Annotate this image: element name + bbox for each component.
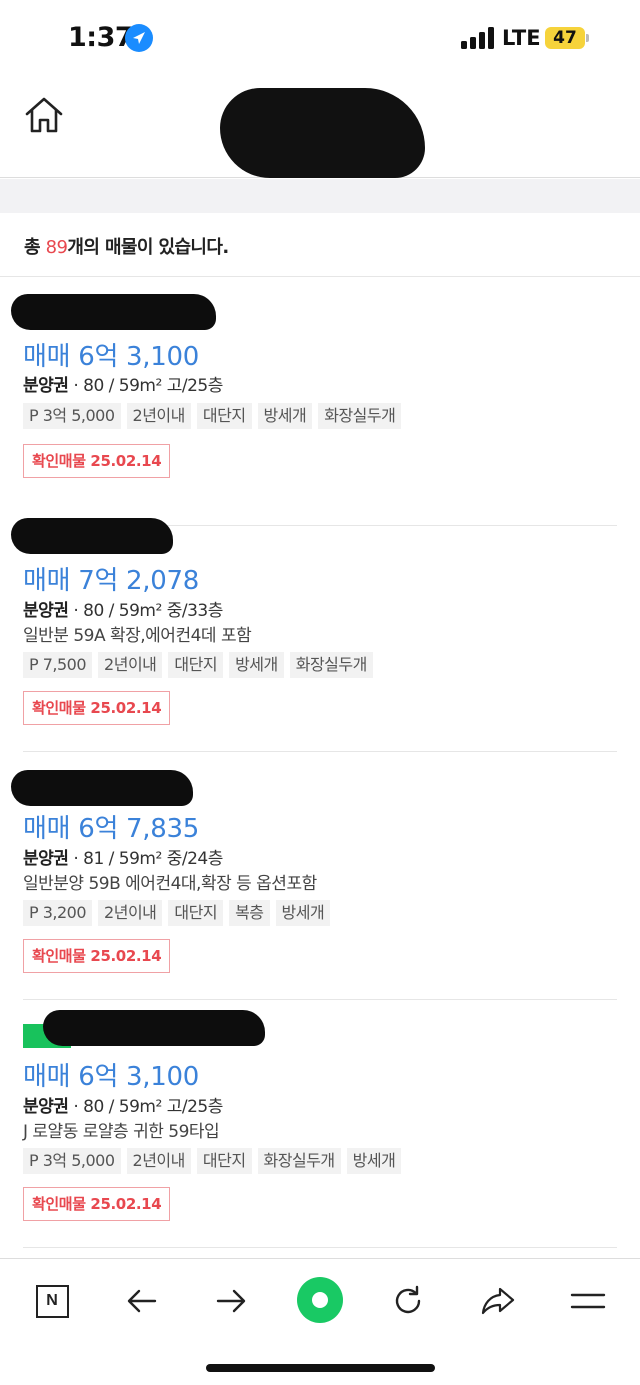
listing-tag: P 7,500 (23, 652, 93, 678)
browser-toolbar: N (0, 1258, 640, 1385)
listing-tag: 방세개 (257, 403, 313, 429)
status-bar: 1:37 LTE 47 (0, 0, 640, 78)
battery-level: 47 (553, 28, 577, 48)
listing-spec: 분양권 · 80 / 59m² 고/25층 (23, 371, 223, 396)
network-type: LTE (502, 26, 541, 50)
listing-summary: 총 89개의 매물이 있습니다. (0, 213, 640, 277)
listing-tag: 대단지 (196, 403, 252, 429)
redacted-complex-name (11, 294, 216, 330)
listing-item[interactable]: 매매 6억 3,100 분양권 · 80 / 59m² 고/25층 J 로얄동 … (23, 1000, 617, 1248)
listing-tag: 2년이내 (126, 403, 191, 429)
listing-tags: P 3,200 2년이내 대단지 복층 방세개 (23, 900, 331, 926)
redacted-complex-name (11, 770, 193, 806)
listing-tag: 2년이내 (126, 1148, 191, 1174)
status-time: 1:37 (68, 22, 134, 53)
menu-icon[interactable] (564, 1279, 612, 1323)
forward-arrow-icon[interactable] (207, 1279, 255, 1323)
listing-count: 89 (45, 237, 68, 258)
listing-description: 일반분 59A 확장,에어컨4데 포함 (23, 626, 252, 646)
listing-spec-detail: · 80 / 59m² 고/25층 (68, 376, 223, 396)
back-arrow-icon[interactable] (118, 1279, 166, 1323)
summary-text: 총 89개의 매물이 있습니다. (24, 233, 229, 259)
cellular-signal-icon (461, 27, 494, 49)
listing-spec: 분양권 · 80 / 59m² 고/25층 (23, 1092, 223, 1117)
listing-spec-detail: · 81 / 59m² 중/24층 (68, 849, 223, 869)
listing-tag: 대단지 (168, 900, 224, 926)
listing-tag: 화장실두개 (318, 403, 402, 429)
summary-prefix: 총 (24, 237, 41, 258)
listing-spec-detail: · 80 / 59m² 고/25층 (68, 1097, 223, 1117)
listing-tag: 2년이내 (98, 652, 163, 678)
listing-description: 일반분양 59B 에어컨4대,확장 등 옵션포함 (23, 874, 317, 894)
listing-tag: 대단지 (168, 652, 224, 678)
verified-listing-badge: 확인매물 25.02.14 (23, 691, 171, 725)
listing-tag: 화장실두개 (257, 1148, 341, 1174)
listing-tags: P 3억 5,000 2년이내 대단지 화장실두개 방세개 (23, 1148, 402, 1174)
redacted-header-title (220, 88, 425, 178)
verified-listing-badge: 확인매물 25.02.14 (23, 1187, 171, 1221)
location-arrow-icon (125, 24, 153, 52)
battery-icon: 47 (545, 27, 589, 49)
summary-suffix: 개의 매물이 있습니다. (67, 237, 229, 258)
section-divider (0, 179, 640, 213)
listing-tag: 2년이내 (98, 900, 163, 926)
listing-price: 매매 6억 7,835 (23, 814, 199, 844)
listing-type: 분양권 (23, 601, 69, 621)
listing-tags: P 7,500 2년이내 대단지 방세개 화장실두개 (23, 652, 373, 678)
listing-tag: 화장실두개 (289, 652, 373, 678)
share-icon[interactable] (474, 1279, 522, 1323)
listing-spec: 분양권 · 81 / 59m² 중/24층 (23, 844, 223, 869)
listing-tag: P 3,200 (23, 900, 93, 926)
verified-listing-badge: 확인매물 25.02.14 (23, 939, 171, 973)
listing-item[interactable]: 매매 7억 2,078 분양권 · 80 / 59m² 중/33층 일반분 59… (11, 504, 617, 752)
listing-tag: P 3억 5,000 (23, 403, 121, 429)
listing-tag: 복층 (229, 900, 270, 926)
listing-tag: 방세개 (229, 652, 284, 678)
app-header (0, 78, 640, 178)
listing-tag: 방세개 (346, 1148, 402, 1174)
green-dot-icon[interactable] (297, 1277, 343, 1323)
listing-tag: 대단지 (196, 1148, 252, 1174)
listing-description: J 로얄동 로얄층 귀한 59타입 (23, 1122, 220, 1142)
listing-price: 매매 6억 3,100 (23, 342, 199, 372)
refresh-icon[interactable] (384, 1279, 432, 1323)
listing-type: 분양권 (23, 849, 69, 869)
listing-spec-detail: · 80 / 59m² 중/33층 (68, 601, 223, 621)
listing-type: 분양권 (23, 1097, 69, 1117)
listing-price: 매매 6억 3,100 (23, 1062, 199, 1092)
redacted-complex-name (11, 518, 173, 554)
listing-price: 매매 7억 2,078 (23, 566, 199, 596)
listing-tags: P 3억 5,000 2년이내 대단지 방세개 화장실두개 (23, 403, 402, 429)
naver-n-icon[interactable]: N (28, 1279, 76, 1323)
naver-n-label: N (35, 1284, 69, 1318)
listing-spec: 분양권 · 80 / 59m² 중/33층 (23, 596, 223, 621)
listing-tag: 방세개 (275, 900, 331, 926)
listing-item[interactable]: 매매 6억 7,835 분양권 · 81 / 59m² 중/24층 일반분양 5… (11, 752, 617, 1000)
verified-listing-badge: 확인매물 25.02.14 (23, 444, 171, 478)
listing-type: 분양권 (23, 376, 69, 396)
listing-tag: P 3억 5,000 (23, 1148, 121, 1174)
home-indicator (206, 1364, 435, 1372)
redacted-complex-name (43, 1010, 265, 1046)
listing-item[interactable]: 매매 6억 3,100 분양권 · 80 / 59m² 고/25층 P 3억 5… (11, 278, 617, 526)
home-icon[interactable] (23, 95, 65, 135)
